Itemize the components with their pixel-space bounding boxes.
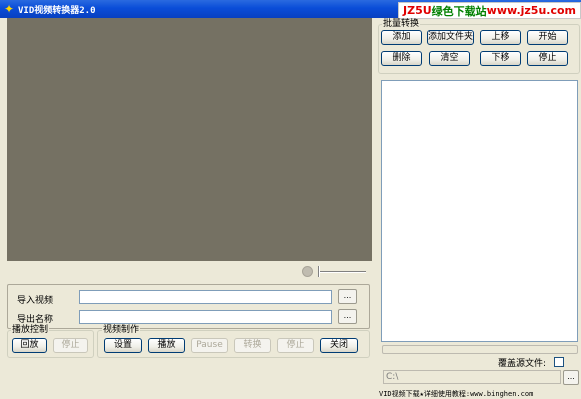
status-bar-text[interactable]: VID视频下载★详细使用教程:www.binghen.com (379, 390, 581, 399)
export-name-label: 导出名称 (17, 315, 54, 325)
move-up-button[interactable]: 上移 (480, 30, 521, 45)
clear-button[interactable]: 清空 (429, 51, 470, 66)
app-icon: ✦ (3, 2, 15, 16)
add-folder-button[interactable]: 添加文件夹 (427, 30, 474, 45)
export-name-input[interactable] (79, 310, 332, 324)
watermark-site-name: 绿色下载站 (431, 4, 487, 18)
watermark-brand: JZ5U (403, 4, 432, 17)
output-path-browse-button[interactable]: ... (563, 370, 579, 385)
import-video-label: 导入视频 (17, 296, 54, 306)
overwrite-source-checkbox[interactable] (554, 357, 564, 367)
import-browse-button[interactable]: ... (338, 289, 357, 304)
volume-slider-handle[interactable] (318, 266, 320, 277)
batch-convert-title: 批量转换 (382, 19, 421, 29)
playback-control-title: 播放控制 (11, 325, 50, 335)
playback-stop-button[interactable]: 停止 (53, 338, 88, 353)
volume-slider-track[interactable] (318, 271, 366, 273)
batch-file-list[interactable] (381, 80, 578, 342)
settings-button[interactable]: 设置 (104, 338, 142, 353)
watermark-url: www.jz5u.com (486, 4, 576, 17)
overwrite-source-label: 覆盖源文件: (498, 359, 547, 369)
conversion-progress-bar (382, 345, 578, 354)
convert-button[interactable]: 转换 (234, 338, 271, 353)
pause-button[interactable]: Pause (191, 338, 228, 353)
volume-icon (302, 266, 313, 277)
window-title: VID视频转换器2.0 (18, 5, 96, 16)
batch-stop-button[interactable]: 停止 (527, 51, 568, 66)
import-video-input[interactable] (79, 290, 332, 304)
add-button[interactable]: 添加 (381, 30, 422, 45)
rewind-button[interactable]: 回放 (12, 338, 47, 353)
start-button[interactable]: 开始 (527, 30, 568, 45)
output-path-field[interactable]: C:\ (383, 370, 561, 384)
move-down-button[interactable]: 下移 (480, 51, 521, 66)
production-stop-button[interactable]: 停止 (277, 338, 314, 353)
close-button[interactable]: 关闭 (320, 338, 358, 353)
play-button[interactable]: 播放 (148, 338, 185, 353)
video-preview[interactable] (7, 18, 372, 261)
delete-button[interactable]: 删除 (381, 51, 422, 66)
export-browse-button[interactable]: ... (338, 309, 357, 324)
site-watermark: JZ5U 绿色下载站 www.jz5u.com (398, 2, 581, 19)
video-production-title: 视频制作 (102, 325, 141, 335)
